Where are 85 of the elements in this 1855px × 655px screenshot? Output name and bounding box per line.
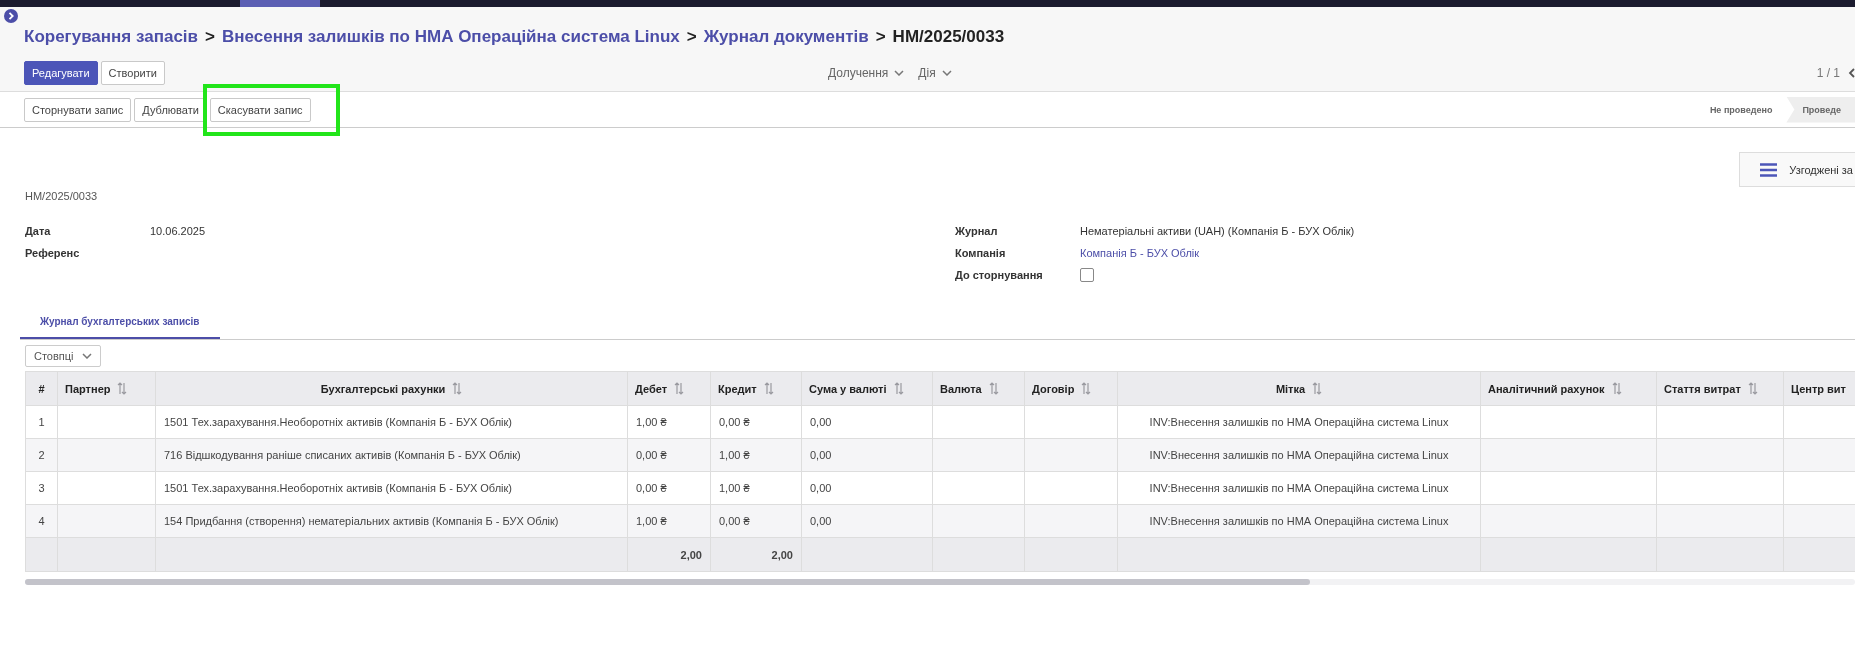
column-header[interactable]: Партнер: [57, 371, 156, 406]
scrollbar-thumb[interactable]: [25, 579, 1310, 585]
table-cell: 1: [25, 405, 58, 439]
table-cell: 0,00 ₴: [627, 471, 711, 505]
table-cell: 1,00 ₴: [627, 405, 711, 439]
status-step[interactable]: Не проведено: [1695, 96, 1787, 123]
menu-icon: [1760, 162, 1778, 177]
status-step[interactable]: Проведе: [1786, 96, 1855, 123]
sort-icon[interactable]: [1081, 382, 1092, 395]
previous-icon[interactable]: [1848, 68, 1855, 78]
total-cell: 2,00: [627, 537, 711, 572]
edit-button[interactable]: Редагувати: [24, 61, 98, 85]
field-label: Компанія: [955, 247, 1007, 259]
field-label: Дата: [25, 225, 52, 237]
sort-icon[interactable]: [1747, 382, 1758, 395]
scrollbar-track[interactable]: [25, 579, 1855, 585]
breadcrumb-link[interactable]: Журнал документів: [703, 27, 869, 47]
caret-icon: [894, 70, 905, 76]
breadcrumb-link[interactable]: Корегування запасів: [24, 27, 199, 47]
checkbox[interactable]: [1080, 268, 1094, 282]
caret-icon: [81, 353, 92, 359]
table-cell: 4: [25, 504, 58, 538]
sort-icon[interactable]: [1611, 382, 1622, 395]
breadcrumb-current: НМ/2025/0033: [892, 27, 1005, 47]
record-name: НМ/2025/0033: [25, 190, 98, 202]
breadcrumb-separator: >: [875, 27, 886, 47]
create-button[interactable]: Створити: [100, 61, 165, 85]
table-cell: 0,00: [801, 438, 933, 472]
sort-icon[interactable]: [763, 382, 774, 395]
breadcrumb-separator: >: [205, 27, 215, 47]
table-cell: 0,00: [801, 471, 933, 505]
table-cell: INV:Внесення залишків по НМА Операційна система Linux: [1117, 405, 1481, 439]
column-header[interactable]: Мітка: [1117, 371, 1481, 406]
sort-icon[interactable]: [117, 382, 128, 395]
pager-text: 1 / 1: [1816, 66, 1840, 80]
sort-icon[interactable]: [452, 382, 463, 395]
table-cell: INV:Внесення залишків по НМА Операційна система Linux: [1117, 504, 1481, 538]
columns-dropdown[interactable]: Стовпці: [25, 345, 101, 367]
table-cell: INV:Внесення залишків по НМА Операційна система Linux: [1117, 438, 1481, 472]
column-header[interactable]: Стаття витрат: [1656, 371, 1784, 406]
breadcrumb-link[interactable]: Внесення залишків по НМА Операційна система Linux: [221, 27, 680, 47]
column-header[interactable]: Сума у валюті: [801, 371, 933, 406]
table-cell: 0,00: [801, 504, 933, 538]
field-value: Нематеріальні активи (UAH) (Компанія Б - БУХ Облік): [1080, 225, 1355, 237]
company-link[interactable]: Компанія Б - БУХ Облік: [1080, 247, 1200, 259]
action-button[interactable]: Скасувати запис: [209, 97, 311, 122]
table-cell: 1,00 ₴: [710, 438, 802, 472]
column-header[interactable]: Валюта: [932, 371, 1025, 406]
column-header[interactable]: Дебет: [627, 371, 711, 406]
table-cell: 716 Відшкодування раніше списаних активів (Компанія Б - БУХ Облік): [155, 438, 628, 472]
caret-icon: [941, 70, 952, 76]
column-header[interactable]: Центр вит: [1783, 371, 1855, 406]
column-header[interactable]: Аналітичний рахунок: [1480, 371, 1657, 406]
table-cell: 154 Придбання (створення) нематеріальних активів (Компанія Б - БУХ Облік): [155, 504, 628, 538]
tab[interactable]: Журнал бухгалтерських записів: [20, 308, 220, 339]
sort-icon[interactable]: [674, 382, 685, 395]
action-button[interactable]: Сторнувати запис: [24, 97, 132, 122]
field-value: 10.06.2025: [150, 225, 206, 237]
table-cell: 1501 Тех.зарахування.Необоротніх активів (Компанія Б - БУХ Облік): [155, 471, 628, 505]
sort-icon[interactable]: [1312, 382, 1323, 395]
smart-button[interactable]: Узгоджені за: [1739, 152, 1855, 187]
table-cell: 0,00: [801, 405, 933, 439]
field-label: До сторнування: [955, 269, 1044, 281]
chevron-right-icon[interactable]: [4, 9, 18, 23]
column-header[interactable]: Договір: [1024, 371, 1118, 406]
dropdown-menu[interactable]: Долучення: [828, 66, 905, 80]
column-header[interactable]: Кредит: [710, 371, 802, 406]
field-label: Референс: [25, 247, 81, 259]
field-label: Журнал: [955, 225, 999, 237]
table-cell: 1,00 ₴: [627, 504, 711, 538]
column-header[interactable]: #: [25, 371, 58, 406]
table-cell: INV:Внесення залишків по НМА Операційна система Linux: [1117, 471, 1481, 505]
breadcrumb-separator: >: [686, 27, 697, 47]
sort-icon[interactable]: [988, 382, 999, 395]
table-cell: 0,00 ₴: [710, 405, 802, 439]
total-cell: 2,00: [710, 537, 802, 572]
column-header[interactable]: Бухгалтерські рахунки: [155, 371, 628, 406]
table-cell: 0,00 ₴: [627, 438, 711, 472]
table-cell: 1501 Тех.зарахування.Необоротніх активів (Компанія Б - БУХ Облік): [155, 405, 628, 439]
table-cell: 2: [25, 438, 58, 472]
table-cell: 0,00 ₴: [710, 504, 802, 538]
dropdown-menu[interactable]: Дія: [918, 66, 952, 80]
table-cell: 1,00 ₴: [710, 471, 802, 505]
table-cell: 3: [25, 471, 58, 505]
sort-icon[interactable]: [893, 382, 904, 395]
